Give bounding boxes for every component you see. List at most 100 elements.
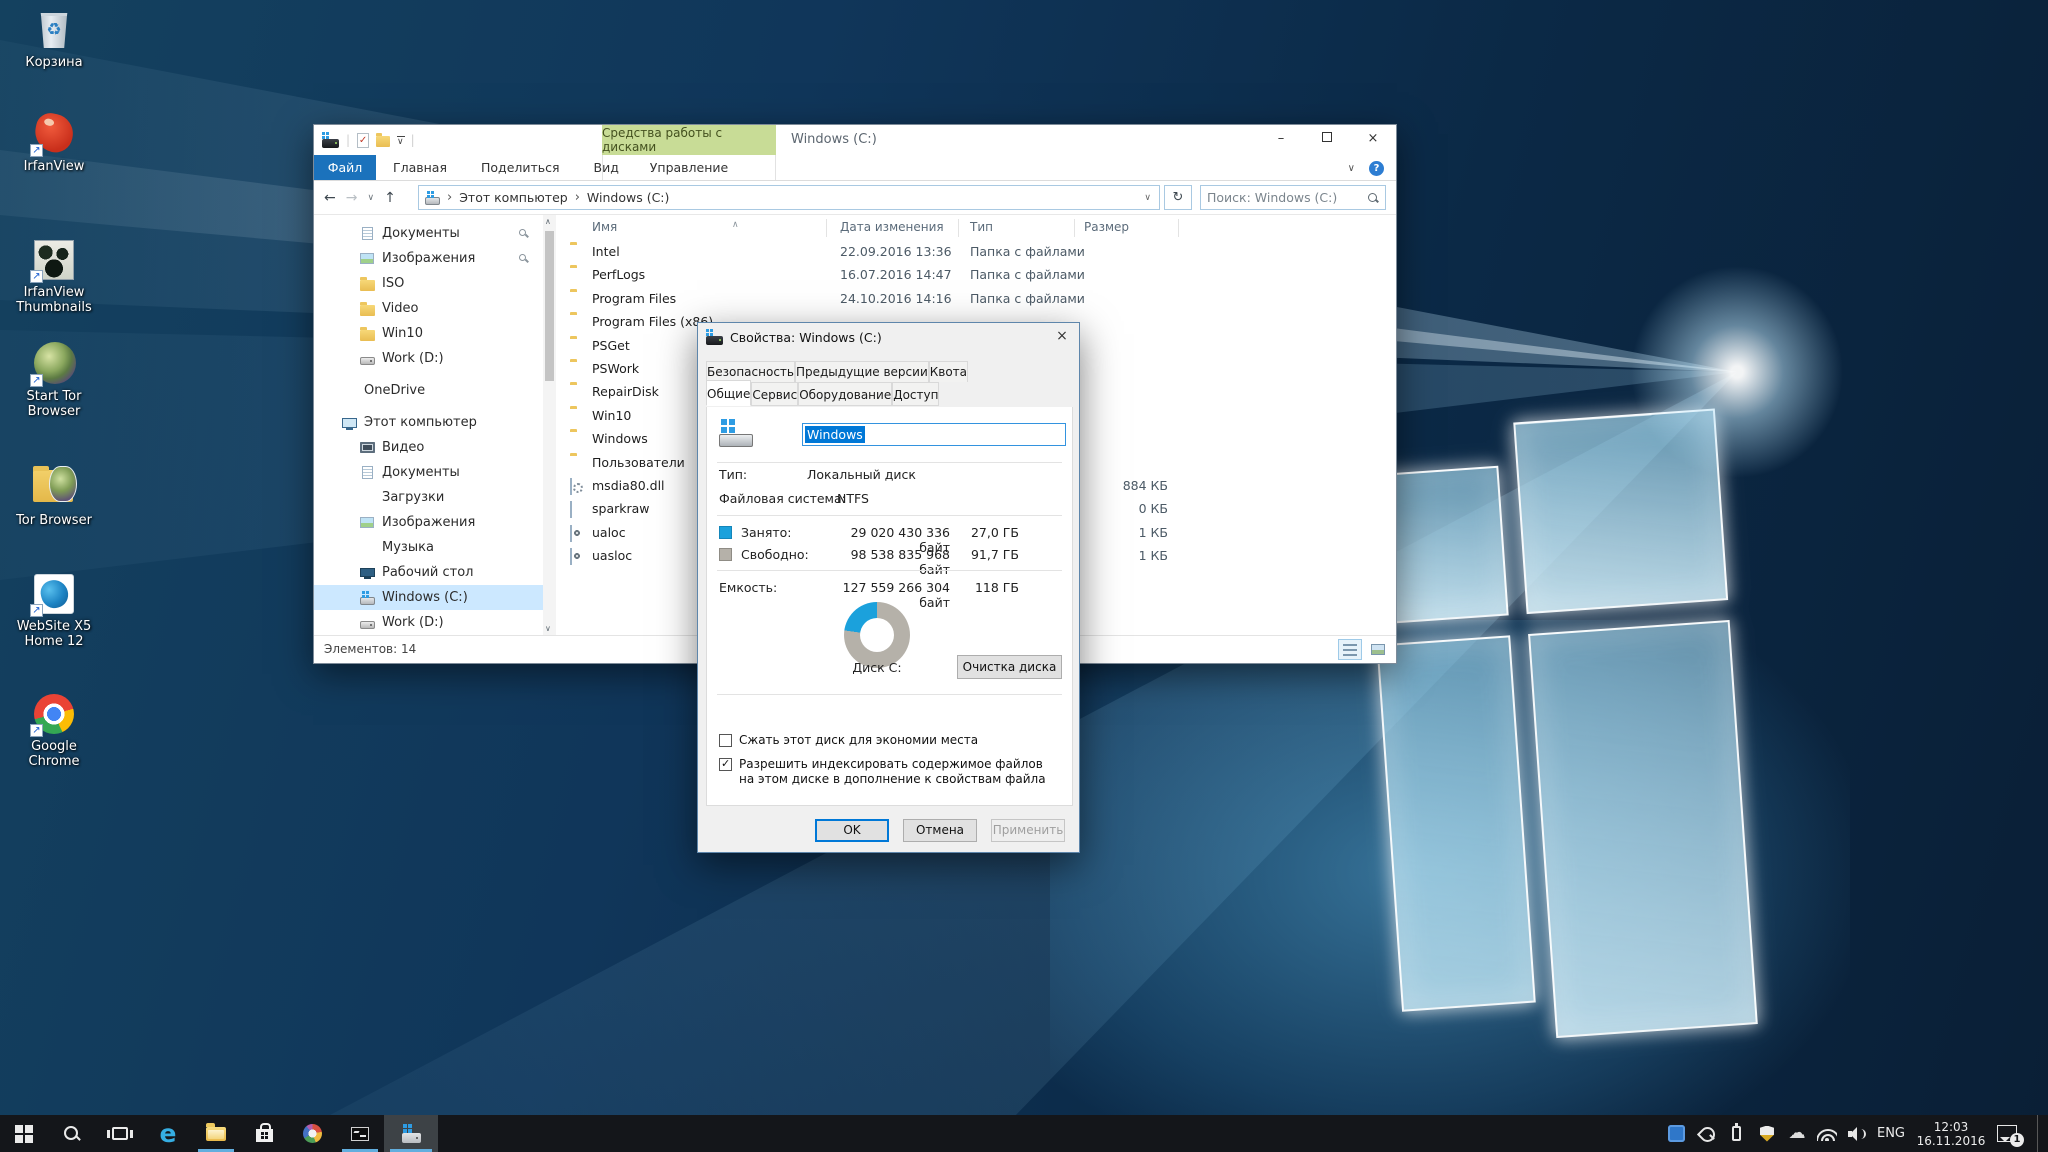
drive-icon (322, 139, 339, 148)
column-header-name[interactable]: Имя (592, 220, 617, 234)
sidebar-item[interactable]: Загрузки (314, 485, 556, 510)
sidebar-item[interactable]: Win10 (314, 321, 556, 346)
apply-button[interactable]: Применить (991, 819, 1065, 842)
taskbar-store-button[interactable] (240, 1115, 288, 1152)
compress-checkbox-row[interactable]: Сжать этот диск для экономии места (719, 733, 978, 748)
minimize-button[interactable]: – (1258, 125, 1304, 155)
tray-usb-button[interactable] (1727, 1124, 1747, 1144)
indexing-checkbox[interactable] (719, 758, 732, 771)
breadcrumb-current[interactable]: Windows (C:) (587, 190, 669, 205)
dialog-tab[interactable]: Безопасность (706, 361, 795, 382)
sidebar-item[interactable]: Work (D:) (314, 610, 556, 635)
scroll-up-icon[interactable]: ∧ (545, 217, 551, 226)
breadcrumb-root[interactable]: Этот компьютер (459, 190, 568, 205)
search-input[interactable]: Поиск: Windows (C:) (1200, 185, 1386, 210)
sidebar-item[interactable]: Документы (314, 221, 556, 246)
column-header-type[interactable]: Тип (970, 220, 993, 234)
dialog-tab[interactable]: Общие (706, 380, 751, 406)
file-row[interactable]: Program Files 24.10.2016 14:16 Папка с ф… (556, 288, 1396, 311)
recent-locations-chevron-icon[interactable]: ∨ (367, 193, 374, 203)
desktop-icon-recycle-bin[interactable]: ♻ Корзина (8, 8, 100, 70)
help-icon[interactable]: ? (1369, 161, 1384, 176)
dialog-tab[interactable]: Квота (929, 361, 968, 382)
desktop-icon-irfanview-thumbnails[interactable]: ↗ IrfanView Thumbnails (8, 238, 100, 315)
taskbar-search-button[interactable] (48, 1115, 96, 1152)
scroll-down-icon[interactable]: ∨ (545, 624, 551, 633)
sidebar-item[interactable]: Этот компьютер (314, 410, 556, 435)
cancel-button[interactable]: Отмена (903, 819, 977, 842)
sidebar-item[interactable]: Windows (C:) (314, 585, 556, 610)
contextual-tab-header[interactable]: Средства работы с дисками (602, 125, 776, 155)
up-button[interactable]: ↑ (384, 190, 396, 206)
close-button[interactable]: × (1350, 125, 1396, 155)
details-view-button[interactable] (1338, 639, 1362, 660)
tray-network-button[interactable] (1817, 1124, 1837, 1144)
dialog-tab[interactable]: Предыдущие версии (795, 361, 929, 382)
maximize-button[interactable] (1304, 125, 1350, 155)
tab-home[interactable]: Главная (376, 155, 464, 180)
dialog-close-button[interactable]: × (1045, 323, 1079, 351)
dialog-tab[interactable]: Доступ (892, 382, 939, 406)
sidebar-item[interactable]: Изображения (314, 246, 556, 271)
taskbar-paint-button[interactable] (288, 1115, 336, 1152)
tray-onedrive-button[interactable]: ☁ (1787, 1124, 1807, 1144)
tray-radar-button[interactable] (1697, 1124, 1717, 1144)
taskbar-file-explorer-button[interactable] (192, 1115, 240, 1152)
dialog-tab[interactable]: Оборудование (798, 382, 892, 406)
tab-file[interactable]: Файл (314, 155, 376, 180)
show-desktop-button[interactable] (2037, 1115, 2044, 1152)
taskbar-edge-button[interactable]: e (144, 1115, 192, 1152)
file-row[interactable]: Intel 22.09.2016 13:36 Папка с файлами (556, 241, 1396, 264)
tray-app-button[interactable] (1667, 1124, 1687, 1144)
sidebar-item[interactable]: Видео (314, 435, 556, 460)
tab-share[interactable]: Поделиться (464, 155, 577, 180)
taskbar-cmd-button[interactable] (336, 1115, 384, 1152)
new-folder-icon[interactable] (376, 136, 390, 147)
nav-scrollbar[interactable]: ∧ ∨ (543, 215, 556, 635)
title-bar[interactable]: | ✓ ∨ | Средства работы с дисками Window… (314, 125, 1396, 155)
desktop-icon-start-tor-browser[interactable]: ↗ Start Tor Browser (8, 342, 100, 419)
properties-check-icon[interactable]: ✓ (357, 133, 369, 148)
disk-cleanup-button[interactable]: Очистка диска (957, 655, 1062, 679)
sidebar-item[interactable]: Work (D:) (314, 346, 556, 371)
column-header-size[interactable]: Размер (1084, 220, 1129, 234)
compress-checkbox[interactable] (719, 734, 732, 747)
indexing-checkbox-row[interactable]: Разрешить индексировать содержимое файло… (719, 757, 1049, 787)
breadcrumb[interactable]: › Этот компьютер › Windows (C:) ∨ (418, 185, 1160, 210)
volume-label-input[interactable]: Windows (802, 423, 1066, 446)
sidebar-item[interactable]: Документы (314, 460, 556, 485)
thumbnails-view-button[interactable] (1366, 639, 1390, 660)
scrollbar-thumb[interactable] (545, 231, 554, 381)
language-indicator[interactable]: ENG (1877, 1126, 1905, 1141)
clock[interactable]: 12:03 16.11.2016 (1915, 1120, 1987, 1148)
sidebar-item[interactable]: Изображения (314, 510, 556, 535)
refresh-button[interactable]: ↻ (1164, 185, 1192, 210)
back-button[interactable]: ← (324, 190, 336, 206)
desktop-icon-website-x5[interactable]: ↗ WebSite X5 Home 12 (8, 572, 100, 649)
dialog-tab[interactable]: Сервис (751, 382, 798, 406)
forward-button[interactable]: → (346, 190, 358, 206)
taskbar-drive-properties-button[interactable] (384, 1115, 438, 1152)
sidebar-item[interactable]: OneDrive (314, 378, 556, 403)
tray-volume-button[interactable] (1847, 1124, 1867, 1144)
file-row[interactable]: PerfLogs 16.07.2016 14:47 Папка с файлам… (556, 264, 1396, 287)
desktop-icon-irfanview[interactable]: ↗ IrfanView (8, 112, 100, 174)
sidebar-item-label: Work (D:) (382, 351, 444, 366)
sidebar-item[interactable]: Video (314, 296, 556, 321)
start-button[interactable] (0, 1115, 48, 1152)
task-view-button[interactable] (96, 1115, 144, 1152)
desktop-icon-tor-browser-folder[interactable]: Tor Browser (8, 466, 100, 528)
customize-toolbar-chevron-icon[interactable]: ∨ (397, 133, 404, 147)
dialog-title-bar[interactable]: Свойства: Windows (C:) × (698, 323, 1079, 351)
ok-button[interactable]: OK (815, 819, 889, 842)
action-center-button[interactable]: 1 (1997, 1125, 2017, 1142)
expand-ribbon-chevron-icon[interactable]: ∨ (1348, 163, 1355, 174)
tray-security-button[interactable] (1757, 1124, 1777, 1144)
sidebar-item[interactable]: ISO (314, 271, 556, 296)
sidebar-item[interactable]: Музыка (314, 535, 556, 560)
tab-manage[interactable]: Управление (602, 155, 776, 180)
column-header-date[interactable]: Дата изменения (840, 220, 944, 234)
address-dropdown-chevron-icon[interactable]: ∨ (1144, 193, 1151, 203)
sidebar-item[interactable]: Рабочий стол (314, 560, 556, 585)
desktop-icon-google-chrome[interactable]: ↗ Google Chrome (8, 692, 100, 769)
